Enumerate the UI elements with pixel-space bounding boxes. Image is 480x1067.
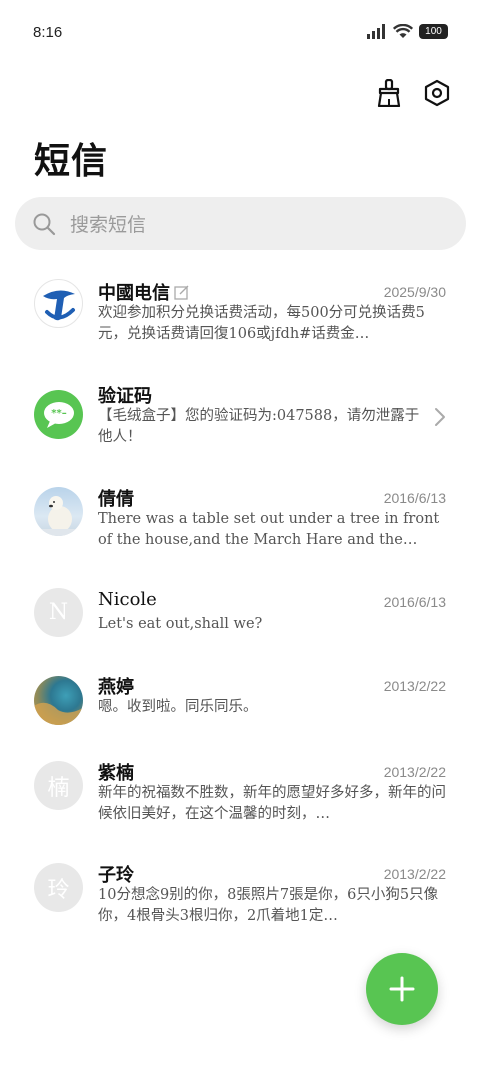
settings-icon <box>424 79 450 107</box>
conversation-item[interactable]: N Nicole 2016/6/13 Let's eat out,shall w… <box>0 577 480 661</box>
avatar <box>34 279 83 328</box>
conversation-item[interactable]: 玲 子玲 2013/2/22 10分想念9别的你，8張照片7張是你，6只小狗5只… <box>0 847 480 947</box>
avatar: **– <box>34 390 83 439</box>
conversation-date: 2013/2/22 <box>383 866 446 882</box>
avatar-letter: 玲 <box>47 877 70 903</box>
conversation-date: 2025/9/30 <box>383 284 446 300</box>
contact-name: 中國电信 <box>98 283 170 304</box>
search-placeholder: 搜索短信 <box>70 214 147 236</box>
search-icon <box>33 213 56 235</box>
top-actions <box>374 78 452 108</box>
conversation-date: 2013/2/22 <box>383 678 446 694</box>
conversation-name: 中國电信 <box>98 279 189 305</box>
battery-level: 100 <box>425 26 442 37</box>
conversation-name: 验证码 <box>98 382 152 408</box>
conversation-item[interactable]: 燕婷 2013/2/22 嗯。收到啦。同乐同乐。 <box>0 661 480 747</box>
conversation-name: 子玲 <box>98 861 134 887</box>
conversation-preview: 【毛绒盒子】您的验证码为:047588，请勿泄露于他人！ <box>98 408 420 445</box>
edit-draft-icon <box>174 285 189 300</box>
new-message-button[interactable] <box>366 953 438 1025</box>
svg-text:**–: **– <box>51 408 66 419</box>
polar-bear-photo-icon <box>34 496 83 536</box>
broom-icon <box>377 79 401 107</box>
signal-icon <box>367 24 385 39</box>
sms-bubble-icon: **– <box>43 401 74 428</box>
conversation-name: 燕婷 <box>98 673 134 699</box>
conversation-preview: 嗯。收到啦。同乐同乐。 <box>98 699 258 715</box>
conversation-preview: 新年的祝福数不胜数，新年的愿望好多好多，新年的问候依旧美好，在这个温馨的时刻，… <box>98 785 446 822</box>
landscape-photo-icon <box>34 702 83 725</box>
china-telecom-logo-icon <box>42 289 75 320</box>
conversation-name: Nicole <box>98 589 157 610</box>
conversation-item[interactable]: 中國电信 2025/9/30 欢迎参加积分兑换话费活动，每500分可兑换话费5元… <box>0 270 480 373</box>
contact-name: 验证码 <box>98 386 152 407</box>
contact-name: 子玲 <box>98 865 134 886</box>
avatar: N <box>34 588 83 637</box>
page-title: 短信 <box>34 140 109 182</box>
chevron-right-icon <box>435 408 445 426</box>
conversation-item[interactable]: 倩倩 2016/6/13 There was a table set out u… <box>0 476 480 577</box>
plus-icon <box>389 976 415 1002</box>
status-bar: 8:16 100 <box>0 0 480 66</box>
avatar: 玲 <box>34 863 83 912</box>
settings-button[interactable] <box>422 78 452 108</box>
conversation-preview: Let's eat out,shall we? <box>98 616 263 632</box>
wifi-icon <box>393 24 413 38</box>
avatar: 楠 <box>34 761 83 810</box>
contact-name: Nicole <box>98 589 157 610</box>
conversation-item[interactable]: **– 验证码 【毛绒盒子】您的验证码为:047588，请勿泄露于他人！ <box>0 373 480 476</box>
avatar <box>34 487 83 536</box>
message-list: 中國电信 2025/9/30 欢迎参加积分兑换话费活动，每500分可兑换话费5元… <box>0 270 480 947</box>
battery-indicator: 100 <box>419 24 448 39</box>
conversation-preview: 10分想念9别的你，8張照片7張是你，6只小狗5只像你，4根骨头3根归你，2爪着… <box>98 887 439 924</box>
avatar-letter: 楠 <box>47 775 70 801</box>
conversation-name: 紫楠 <box>98 759 134 785</box>
conversation-item[interactable]: 楠 紫楠 2013/2/22 新年的祝福数不胜数，新年的愿望好多好多，新年的问候… <box>0 747 480 847</box>
avatar <box>34 676 83 725</box>
status-icons: 100 <box>367 24 448 39</box>
contact-name: 倩倩 <box>98 489 134 510</box>
search-bar[interactable]: 搜索短信 <box>15 197 466 250</box>
contact-name: 紫楠 <box>98 763 134 784</box>
conversation-name: 倩倩 <box>98 485 134 511</box>
conversation-date: 2016/6/13 <box>383 490 446 506</box>
conversation-preview: 欢迎参加积分兑换话费活动，每500分可兑换话费5元，兑换话费请回復106或jfd… <box>98 305 425 342</box>
clean-button[interactable] <box>374 78 404 108</box>
contact-name: 燕婷 <box>98 677 134 698</box>
avatar-letter: N <box>48 600 69 625</box>
conversation-date: 2013/2/22 <box>383 764 446 780</box>
conversation-date: 2016/6/13 <box>383 594 446 610</box>
status-time: 8:16 <box>33 24 63 41</box>
conversation-preview: There was a table set out under a tree i… <box>98 511 440 548</box>
